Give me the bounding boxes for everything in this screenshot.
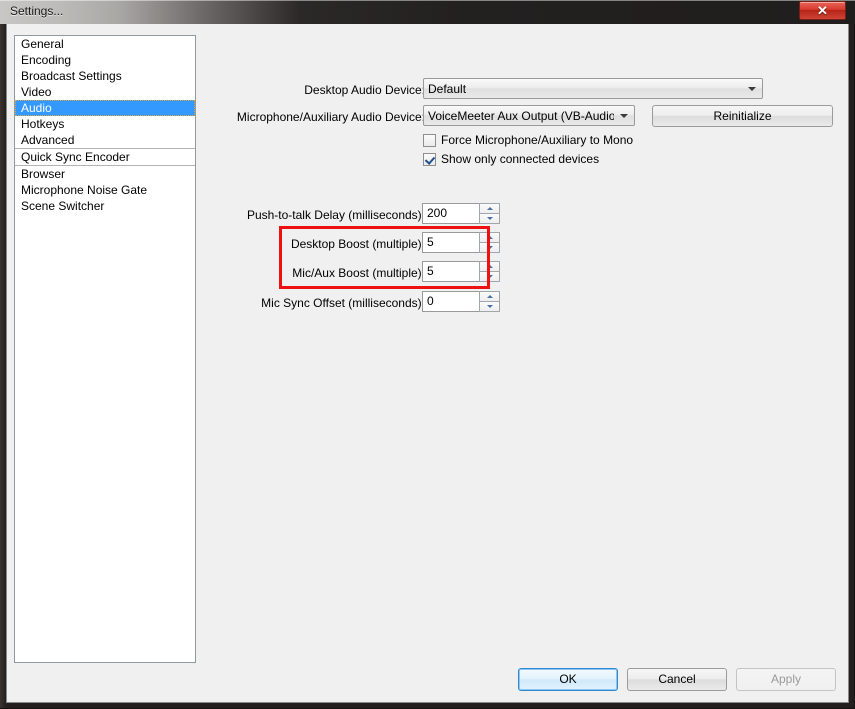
mic-aux-boost-label: Mic/Aux Boost (multiple): xyxy=(292,266,425,280)
desktop-boost-input[interactable]: 5 xyxy=(422,232,500,253)
close-button[interactable]: ✕ xyxy=(799,1,846,20)
desktop-boost-stepper[interactable] xyxy=(479,232,500,253)
audio-settings-pane: Desktop Audio Device: Default Microphone… xyxy=(197,24,847,703)
show-connected-devices-checkbox[interactable] xyxy=(423,153,436,166)
sidebar-item-encoding[interactable]: Encoding xyxy=(15,52,195,68)
force-mono-label: Force Microphone/Auxiliary to Mono xyxy=(441,133,634,147)
push-to-talk-delay-input[interactable]: 200 xyxy=(422,203,500,224)
chevron-down-icon xyxy=(748,87,756,91)
ok-button[interactable]: OK xyxy=(518,668,618,691)
title-bar: Settings... ✕ xyxy=(0,0,855,24)
sidebar-item-audio[interactable]: Audio xyxy=(15,100,195,116)
sidebar-item-video[interactable]: Video xyxy=(15,84,195,100)
mic-aux-device-value: VoiceMeeter Aux Output (VB-Audio Voicel xyxy=(428,109,614,123)
sidebar-item-browser[interactable]: Browser xyxy=(15,166,195,182)
sidebar-item-advanced[interactable]: Advanced xyxy=(15,132,195,148)
show-connected-devices-label: Show only connected devices xyxy=(441,152,600,166)
window-title: Settings... xyxy=(10,4,64,18)
chevron-down-icon xyxy=(620,114,628,118)
settings-dialog-window: Settings... ✕ General Encoding Broadcast S… xyxy=(0,0,855,709)
mic-aux-boost-stepper[interactable] xyxy=(479,261,500,282)
stepper-down-icon[interactable] xyxy=(479,213,500,224)
push-to-talk-delay-value: 200 xyxy=(427,206,448,220)
mic-aux-boost-input[interactable]: 5 xyxy=(422,261,500,282)
desktop-audio-device-label: Desktop Audio Device: xyxy=(304,83,425,97)
stepper-down-icon[interactable] xyxy=(479,271,500,282)
stepper-down-icon[interactable] xyxy=(479,301,500,312)
sidebar-item-scene-switcher[interactable]: Scene Switcher xyxy=(15,198,195,214)
mic-aux-device-combo[interactable]: VoiceMeeter Aux Output (VB-Audio Voicel xyxy=(423,105,635,126)
mic-aux-boost-value: 5 xyxy=(427,264,434,278)
settings-category-list[interactable]: General Encoding Broadcast Settings Video Au… xyxy=(14,35,196,663)
desktop-boost-value: 5 xyxy=(427,235,434,249)
mic-sync-offset-stepper[interactable] xyxy=(479,291,500,312)
close-icon: ✕ xyxy=(817,3,828,18)
cancel-button[interactable]: Cancel xyxy=(627,668,727,691)
mic-sync-offset-input[interactable]: 0 xyxy=(422,291,500,312)
stepper-down-icon[interactable] xyxy=(479,242,500,253)
desktop-audio-device-combo[interactable]: Default xyxy=(423,78,763,99)
desktop-boost-label: Desktop Boost (multiple): xyxy=(290,237,425,251)
sidebar-item-microphone-noise-gate[interactable]: Microphone Noise Gate xyxy=(15,182,195,198)
desktop-audio-device-value: Default xyxy=(428,82,467,96)
push-to-talk-delay-stepper[interactable] xyxy=(479,203,500,224)
dialog-client-area: General Encoding Broadcast Settings Video Au… xyxy=(6,24,849,703)
mic-sync-offset-value: 0 xyxy=(427,294,434,308)
sidebar-item-hotkeys[interactable]: Hotkeys xyxy=(15,116,195,132)
push-to-talk-delay-label: Push-to-talk Delay (milliseconds): xyxy=(246,208,425,222)
mic-aux-device-label: Microphone/Auxiliary Audio Device: xyxy=(236,110,425,124)
force-mono-checkbox[interactable] xyxy=(423,134,436,147)
sidebar-item-general[interactable]: General xyxy=(15,36,195,52)
mic-sync-offset-label: Mic Sync Offset (milliseconds): xyxy=(261,296,425,310)
reinitialize-button[interactable]: Reinitialize xyxy=(652,105,833,127)
apply-button: Apply xyxy=(736,668,836,691)
sidebar-item-broadcast-settings[interactable]: Broadcast Settings xyxy=(15,68,195,84)
sidebar-item-quick-sync-encoder[interactable]: Quick Sync Encoder xyxy=(15,149,195,165)
